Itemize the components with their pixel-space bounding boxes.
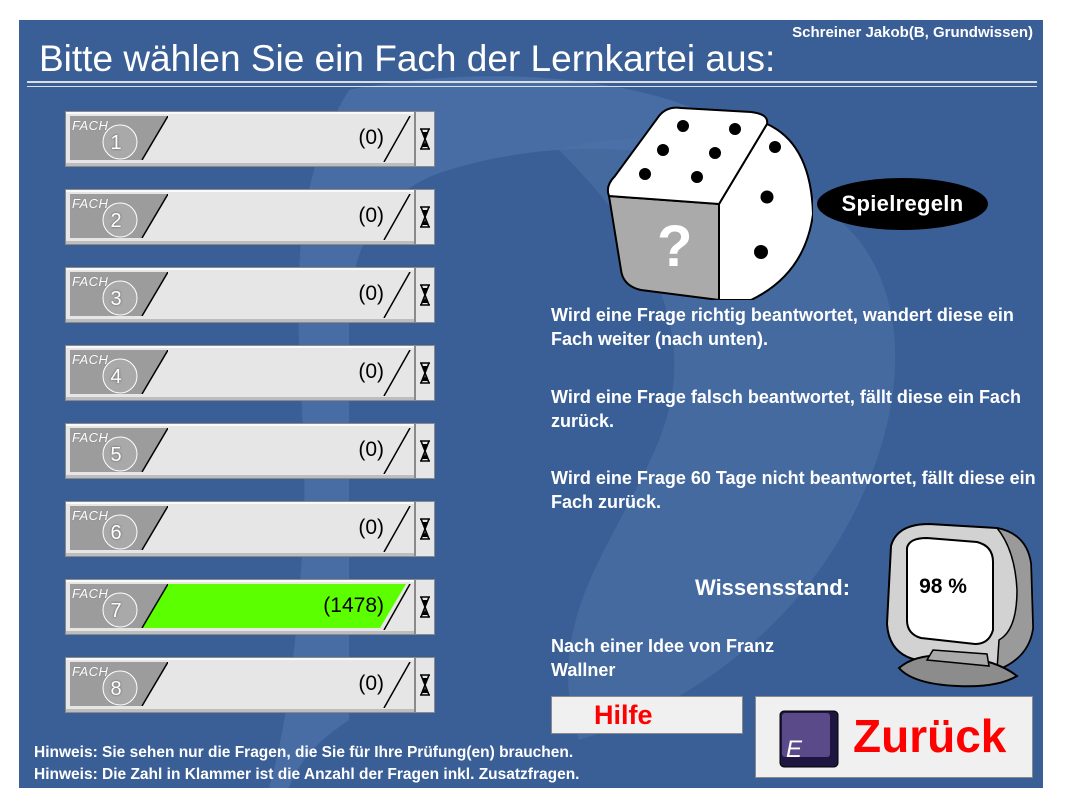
rule-text-wrong: Wird eine Frage falsch beantwortet, fäll…	[551, 387, 1021, 431]
box-count: (0)	[358, 126, 384, 149]
box-divider	[383, 428, 411, 474]
hourglass-icon	[420, 674, 430, 696]
credit-text: Nach einer Idee von Franz Wallner	[551, 636, 775, 680]
help-button[interactable]: Hilfe	[551, 696, 743, 734]
main-panel: Schreiner Jakob(B, Grundwissen) Bitte wä…	[19, 20, 1043, 788]
box-timer-button[interactable]	[415, 267, 435, 323]
box-timer-button[interactable]	[415, 189, 435, 245]
rule-text-timeout: Wird eine Frage 60 Tage nicht beantworte…	[551, 468, 1036, 512]
hourglass-icon	[420, 518, 430, 540]
box-timer-button[interactable]	[415, 111, 435, 167]
box-timer-button[interactable]	[415, 423, 435, 479]
box-number: 3	[110, 288, 122, 310]
box-timer-button[interactable]	[415, 501, 435, 557]
escape-key-letter: E	[786, 736, 803, 763]
user-label: Schreiner Jakob(B, Grundwissen)	[792, 24, 1033, 41]
back-button-label: Zurück	[853, 710, 1007, 762]
box-timer-button[interactable]	[415, 345, 435, 401]
box-number: 8	[110, 678, 122, 700]
box-number: 2	[110, 210, 122, 232]
box-bar: FACH 1 (0)	[65, 111, 415, 167]
box-row-2[interactable]: FACH 2 (0)	[65, 189, 435, 245]
box-bar: FACH 7 (1478)	[65, 579, 415, 635]
box-row-6[interactable]: FACH 6 (0)	[65, 501, 435, 557]
back-button[interactable]: E Zurück	[755, 696, 1033, 778]
box-timer-button[interactable]	[415, 657, 435, 713]
box-count: (0)	[358, 282, 384, 305]
box-count: (0)	[358, 204, 384, 227]
box-row-8[interactable]: FACH 8 (0)	[65, 657, 435, 713]
hint-text-1: Hinweis: Sie sehen nur die Fragen, die S…	[34, 744, 574, 761]
box-row-1[interactable]: FACH 1 (0)	[65, 111, 435, 167]
monitor-icon	[885, 522, 1035, 688]
box-divider	[383, 116, 411, 162]
hourglass-icon	[420, 206, 430, 228]
box-count: (0)	[358, 438, 384, 461]
box-number: 7	[110, 600, 122, 622]
box-row-7[interactable]: FACH 7 (1478)	[65, 579, 435, 635]
hourglass-icon	[420, 284, 430, 306]
escape-key-icon: E	[779, 710, 839, 768]
box-bar: FACH 6 (0)	[65, 501, 415, 557]
box-row-3[interactable]: FACH 3 (0)	[65, 267, 435, 323]
knowledge-label: Wissensstand:	[695, 575, 851, 600]
box-row-5[interactable]: FACH 5 (0)	[65, 423, 435, 479]
box-divider	[383, 194, 411, 240]
title-divider	[27, 81, 1037, 87]
box-count: (1478)	[323, 594, 384, 617]
box-bar: FACH 4 (0)	[65, 345, 415, 401]
box-bar: FACH 5 (0)	[65, 423, 415, 479]
box-divider	[383, 350, 411, 396]
box-count: (0)	[358, 672, 384, 695]
page-title: Bitte wählen Sie ein Fach der Lernkartei…	[39, 38, 776, 79]
box-row-4[interactable]: FACH 4 (0)	[65, 345, 435, 401]
dice-question-mark: ?	[657, 214, 692, 279]
box-divider	[383, 662, 411, 708]
box-divider	[383, 584, 411, 630]
box-bar: FACH 3 (0)	[65, 267, 415, 323]
hint-text-2: Hinweis: Die Zahl in Klammer ist die Anz…	[34, 766, 580, 783]
box-bar: FACH 8 (0)	[65, 657, 415, 713]
rules-button[interactable]: Spielregeln	[817, 178, 988, 230]
hourglass-icon	[420, 362, 430, 384]
box-timer-button[interactable]	[415, 579, 435, 635]
box-number: 6	[110, 522, 122, 544]
box-count: (0)	[358, 360, 384, 383]
box-divider	[383, 506, 411, 552]
box-number: 4	[110, 366, 122, 388]
hourglass-icon	[420, 128, 430, 150]
box-bar: FACH 2 (0)	[65, 189, 415, 245]
rule-text-correct: Wird eine Frage richtig beantwortet, wan…	[551, 305, 1014, 349]
box-count: (0)	[358, 516, 384, 539]
box-divider	[383, 272, 411, 318]
hourglass-icon	[420, 596, 430, 618]
box-number: 5	[110, 444, 122, 466]
hourglass-icon	[420, 440, 430, 462]
dice-icon: ?	[606, 106, 813, 300]
knowledge-value: 98 %	[919, 575, 967, 598]
box-number: 1	[110, 132, 122, 154]
